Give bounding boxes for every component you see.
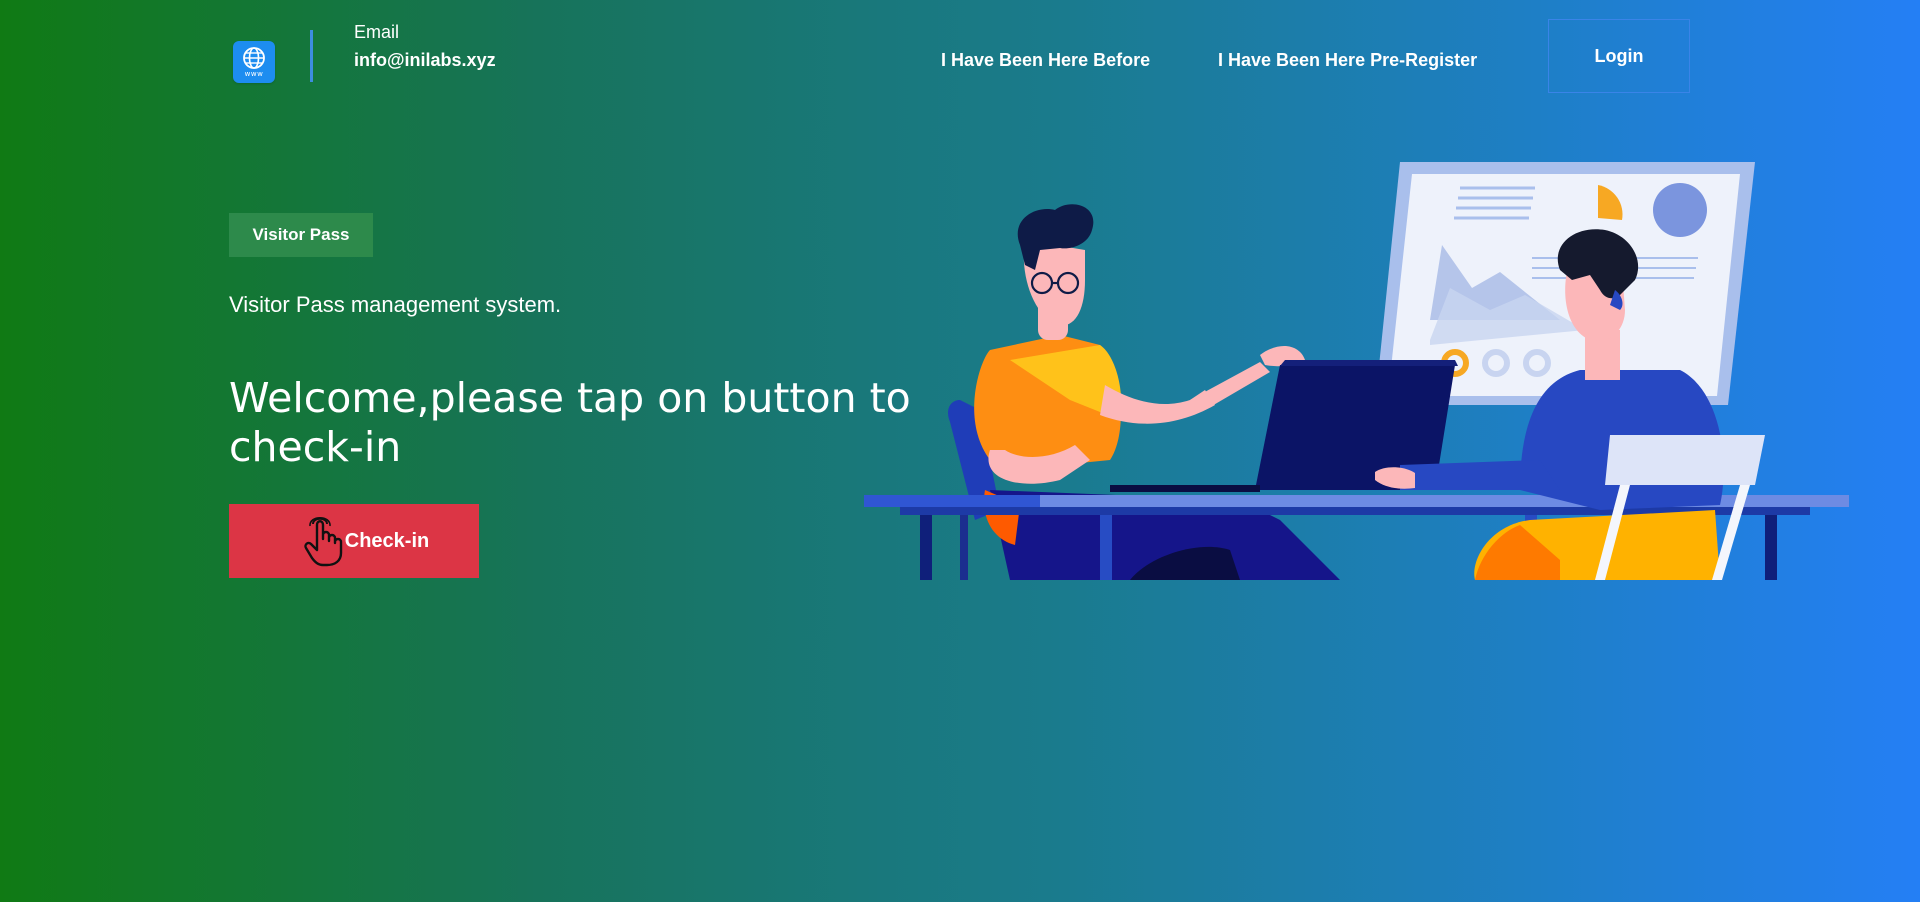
nav-been-here-preregister[interactable]: I Have Been Here Pre-Register	[1218, 50, 1477, 71]
header-divider	[310, 30, 313, 82]
header: www Email info@inilabs.xyz I Have Been H…	[0, 0, 1920, 120]
hand-pointer-icon	[304, 516, 342, 567]
globe-icon	[243, 47, 265, 69]
visitor-pass-badge: Visitor Pass	[229, 213, 373, 257]
login-button[interactable]: Login	[1548, 19, 1690, 93]
checkin-button[interactable]: Check-in	[229, 504, 479, 578]
checkin-label: Check-in	[344, 529, 430, 552]
email-value[interactable]: info@inilabs.xyz	[354, 50, 496, 71]
logo[interactable]: www	[233, 41, 275, 83]
nav-been-here-before[interactable]: I Have Been Here Before	[941, 50, 1150, 71]
email-label: Email	[354, 22, 400, 42]
hero-subtitle: Visitor Pass management system.	[229, 292, 562, 317]
office-illustration	[864, 162, 1849, 580]
logo-text: www	[244, 70, 264, 78]
hero-headline: Welcome,please tap on button to check-in	[229, 374, 911, 471]
